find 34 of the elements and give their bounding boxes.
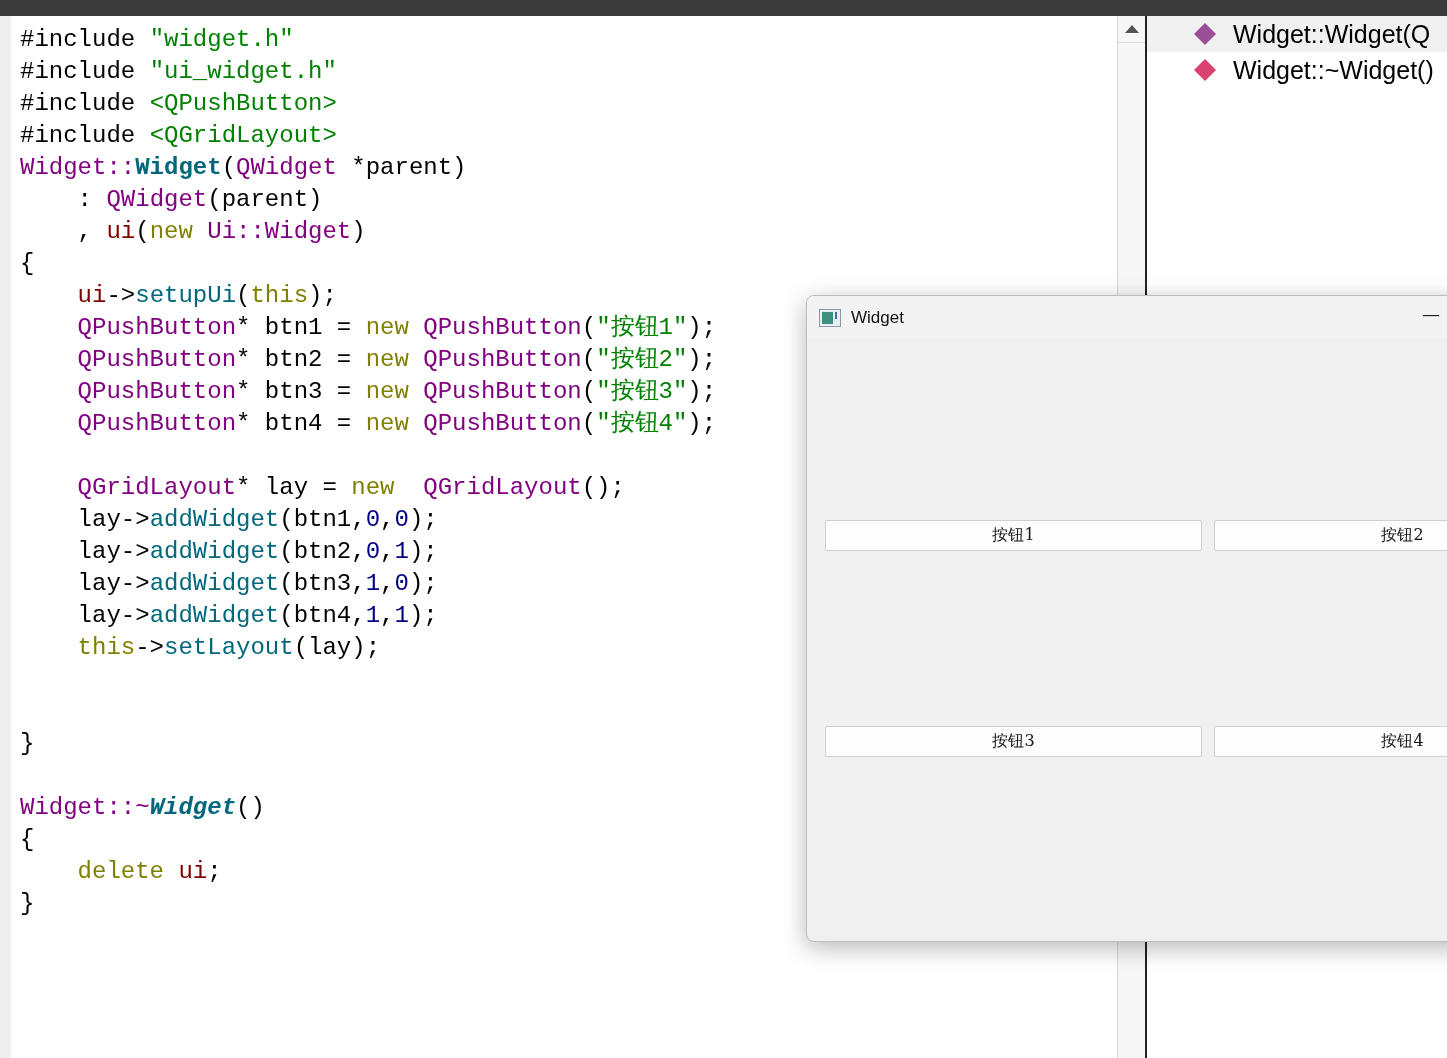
code-line: QGridLayout* lay = new QGridLayout(); — [76, 473, 625, 503]
code-line: this->setLayout(lay); — [76, 633, 381, 663]
code-line: ui->setupUi(this); — [76, 281, 337, 311]
code-line: } — [20, 889, 35, 919]
up-arrow-icon — [1124, 25, 1139, 33]
window-icon — [819, 308, 841, 327]
push-button[interactable]: 按钮1 — [825, 519, 1202, 551]
window-title: Widget — [851, 307, 904, 328]
push-button[interactable]: 按钮2 — [1214, 519, 1447, 551]
code-line: lay->addWidget(btn4,1,1); — [76, 601, 438, 631]
code-line: : QWidget(parent) — [76, 185, 323, 215]
code-line: #include "widget.h" — [20, 25, 294, 55]
code-line: lay->addWidget(btn2,0,1); — [76, 537, 438, 567]
code-line: Widget::Widget(QWidget *parent) — [20, 153, 467, 183]
code-line: QPushButton* btn4 = new QPushButton("按钮4"); — [76, 409, 717, 439]
code-line: lay->addWidget(btn3,1,0); — [76, 569, 438, 599]
code-line: lay->addWidget(btn1,0,0); — [76, 505, 438, 535]
code-line: #include <QGridLayout> — [20, 121, 337, 151]
outline-item[interactable]: Widget::~Widget() — [1147, 52, 1447, 88]
minimize-button[interactable]: — — [1419, 304, 1443, 326]
code-line: delete ui; — [76, 857, 222, 887]
code-line: , ui(new Ui::Widget) — [76, 217, 366, 247]
push-button[interactable]: 按钮3 — [825, 725, 1202, 757]
code-line: } — [20, 729, 35, 759]
code-line: QPushButton* btn2 = new QPushButton("按钮2"); — [76, 345, 717, 375]
code-line: QPushButton* btn3 = new QPushButton("按钮3"); — [76, 377, 717, 407]
code-line: Widget::~Widget() — [20, 793, 265, 823]
code-line: #include "ui_widget.h" — [20, 57, 337, 87]
code-line: { — [20, 249, 35, 279]
outline-item[interactable]: Widget::Widget(Q — [1147, 16, 1447, 52]
push-button[interactable]: 按钮4 — [1214, 725, 1447, 757]
code-line: #include <QPushButton> — [20, 89, 337, 119]
code-line: QPushButton* btn1 = new QPushButton("按钮1"); — [76, 313, 717, 343]
code-line: { — [20, 825, 35, 855]
